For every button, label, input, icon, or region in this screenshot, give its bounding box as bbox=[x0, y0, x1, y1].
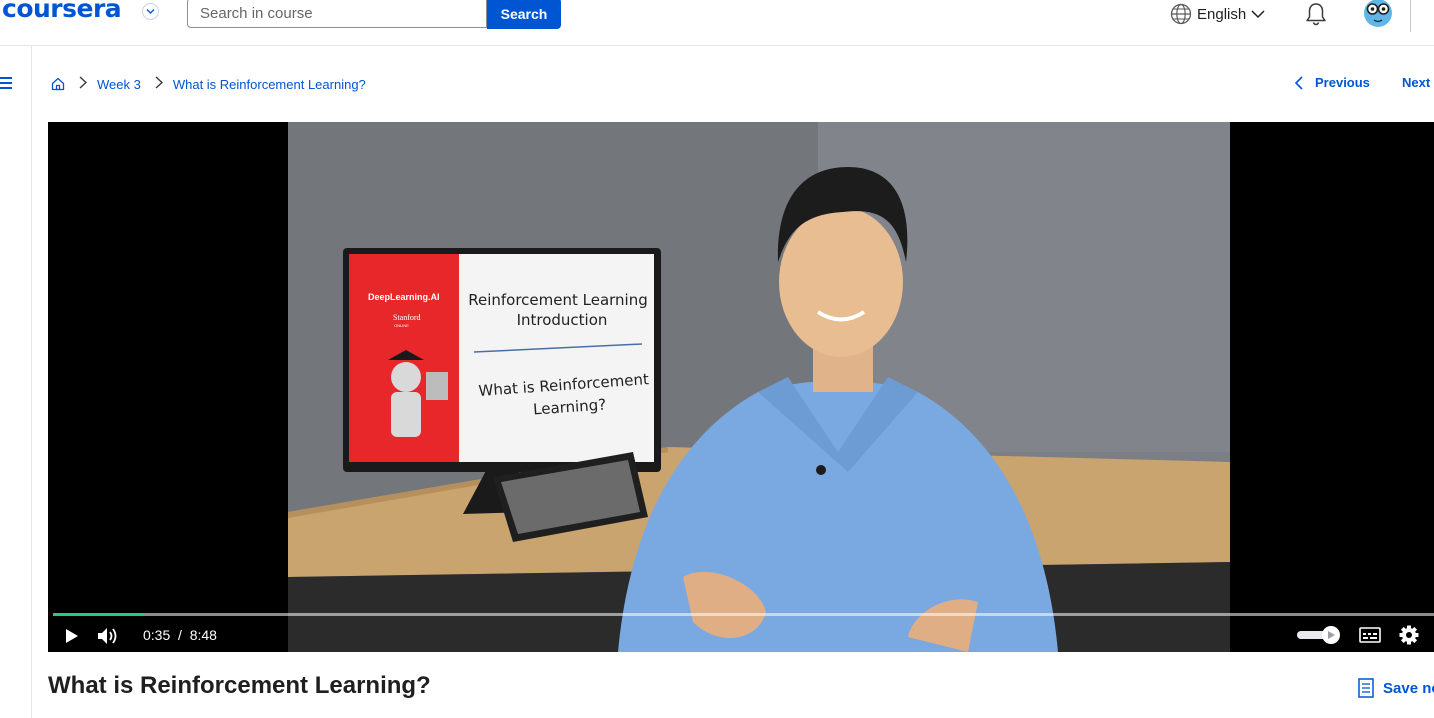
time-display: 0:35 / 8:48 bbox=[143, 627, 217, 643]
header-divider bbox=[1410, 0, 1411, 32]
left-rail bbox=[0, 46, 32, 718]
time-separator: / bbox=[178, 627, 182, 643]
top-bar: coursera Search English bbox=[0, 0, 1434, 46]
chevron-right-icon bbox=[155, 76, 163, 92]
video-player[interactable]: DeepLearning.AI Stanford ONLINE Reinforc… bbox=[48, 122, 1434, 652]
chevron-left-icon bbox=[1294, 75, 1303, 90]
next-button[interactable]: Next bbox=[1402, 75, 1430, 90]
slide-brand: DeepLearning.AI bbox=[368, 292, 440, 302]
home-icon[interactable] bbox=[51, 77, 65, 91]
note-icon bbox=[1358, 678, 1374, 698]
chevron-right-icon bbox=[79, 76, 88, 92]
video-frame[interactable]: DeepLearning.AI Stanford ONLINE Reinforc… bbox=[288, 122, 1230, 652]
video-title: What is Reinforcement Learning? bbox=[48, 672, 431, 699]
breadcrumb-week[interactable]: Week 3 bbox=[97, 77, 141, 92]
progress-fill bbox=[53, 613, 145, 616]
settings-gear-icon[interactable] bbox=[1399, 625, 1419, 645]
previous-button[interactable]: Previous bbox=[1294, 75, 1370, 90]
language-selector[interactable]: English bbox=[1170, 2, 1265, 26]
previous-label: Previous bbox=[1315, 75, 1370, 90]
slide-title-line1: Reinforcement Learning bbox=[468, 291, 648, 309]
coursera-logo[interactable]: coursera bbox=[2, 0, 122, 23]
chevron-down-icon[interactable] bbox=[142, 3, 159, 20]
slide-partner: Stanford bbox=[393, 313, 421, 322]
current-time: 0:35 bbox=[143, 627, 171, 643]
slide-partner-sub: ONLINE bbox=[394, 323, 409, 328]
volume-icon[interactable] bbox=[97, 626, 119, 646]
save-note-label: Save note bbox=[1383, 679, 1434, 697]
chevron-down-icon bbox=[1251, 9, 1265, 18]
play-icon[interactable] bbox=[65, 628, 79, 644]
captions-icon[interactable] bbox=[1359, 627, 1381, 643]
volume-slider[interactable] bbox=[1297, 626, 1343, 644]
globe-icon bbox=[1170, 3, 1192, 25]
avatar[interactable] bbox=[1362, 0, 1394, 28]
bell-icon[interactable] bbox=[1303, 1, 1329, 27]
save-note-button[interactable]: Save note bbox=[1358, 678, 1434, 698]
breadcrumb: Week 3 What is Reinforcement Learning? bbox=[51, 75, 366, 93]
language-label: English bbox=[1197, 5, 1247, 23]
progress-bar[interactable] bbox=[53, 613, 1434, 616]
menu-icon[interactable] bbox=[0, 76, 12, 90]
slide-title-line2: Introduction bbox=[517, 311, 608, 329]
duration: 8:48 bbox=[189, 627, 217, 643]
breadcrumb-current[interactable]: What is Reinforcement Learning? bbox=[173, 77, 366, 92]
search-button[interactable]: Search bbox=[487, 0, 561, 29]
search-input[interactable] bbox=[187, 0, 487, 28]
